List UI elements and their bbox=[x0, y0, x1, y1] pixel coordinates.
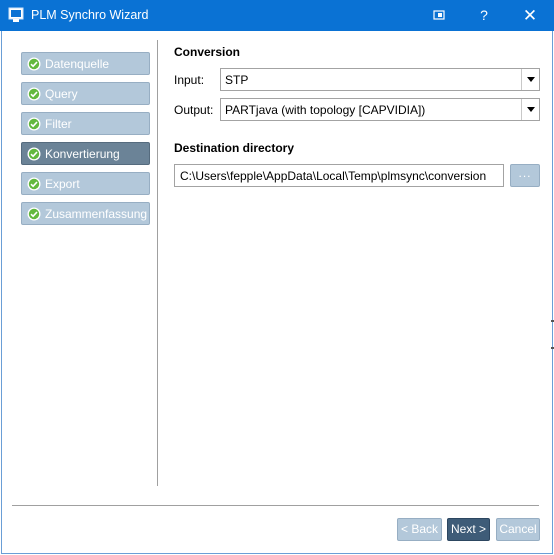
sidebar-divider bbox=[157, 40, 158, 486]
sidebar-step-label: Query bbox=[45, 87, 78, 101]
chevron-down-icon[interactable] bbox=[521, 99, 539, 120]
conversion-section-title: Conversion bbox=[174, 45, 241, 59]
output-format-value: PARTjava (with topology [CAPVIDIA]) bbox=[225, 103, 426, 117]
sidebar-step-label: Konvertierung bbox=[45, 147, 120, 161]
check-icon bbox=[27, 147, 41, 161]
destination-section-title: Destination directory bbox=[174, 141, 295, 155]
input-format-value: STP bbox=[225, 73, 249, 87]
window-title: PLM Synchro Wizard bbox=[31, 8, 149, 22]
sidebar-step-zusammenfassung[interactable]: Zusammenfassung bbox=[21, 202, 150, 225]
cancel-button[interactable]: Cancel bbox=[496, 518, 540, 541]
browse-button[interactable]: ... bbox=[510, 164, 540, 187]
close-button[interactable]: ✕ bbox=[507, 0, 553, 31]
sidebar-step-label: Filter bbox=[45, 117, 72, 131]
check-icon bbox=[27, 177, 41, 191]
input-label: Input: bbox=[174, 73, 205, 87]
sidebar-step-query[interactable]: Query bbox=[21, 82, 150, 105]
output-format-select[interactable]: PARTjava (with topology [CAPVIDIA]) bbox=[220, 98, 540, 121]
input-format-select[interactable]: STP bbox=[220, 68, 540, 91]
check-icon bbox=[27, 57, 41, 71]
sidebar-step-label: Export bbox=[45, 177, 80, 191]
output-label: Output: bbox=[174, 103, 214, 117]
check-icon bbox=[27, 87, 41, 101]
sidebar-step-datenquelle[interactable]: Datenquelle bbox=[21, 52, 150, 75]
sidebar-step-filter[interactable]: Filter bbox=[21, 112, 150, 135]
destination-path-input[interactable] bbox=[174, 164, 504, 187]
sidebar-step-label: Datenquelle bbox=[45, 57, 110, 71]
sidebar-step-konvertierung[interactable]: Konvertierung bbox=[21, 142, 150, 165]
sidebar-step-label: Zusammenfassung bbox=[45, 207, 148, 221]
next-button[interactable]: Next > bbox=[447, 518, 490, 541]
footer-divider bbox=[12, 505, 539, 506]
sidebar-step-export[interactable]: Export bbox=[21, 172, 150, 195]
title-bar[interactable]: PLM Synchro Wizard ? ✕ bbox=[0, 0, 554, 31]
window-pin-icon[interactable] bbox=[416, 0, 462, 31]
back-button[interactable]: < Back bbox=[397, 518, 442, 541]
help-button[interactable]: ? bbox=[461, 0, 507, 31]
app-icon bbox=[8, 7, 24, 23]
check-icon bbox=[27, 207, 41, 221]
chevron-down-icon[interactable] bbox=[521, 69, 539, 90]
check-icon bbox=[27, 117, 41, 131]
